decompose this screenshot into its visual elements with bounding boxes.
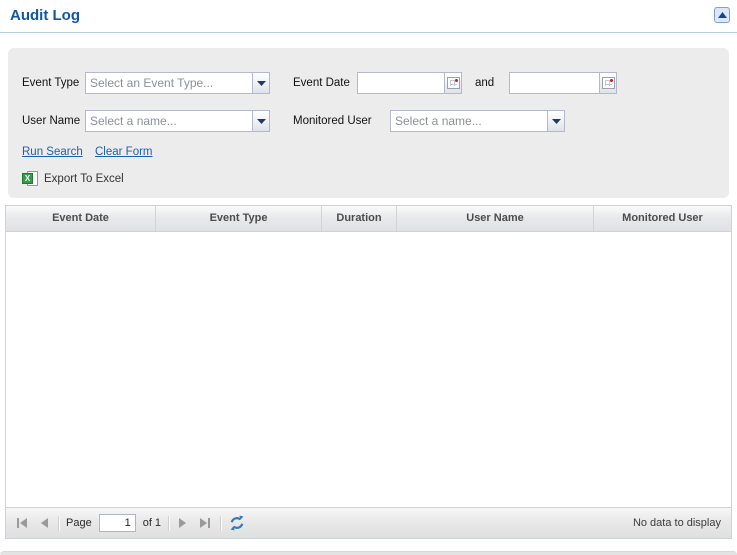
monitored-user-label: Monitored User — [293, 115, 372, 127]
next-page-icon — [179, 518, 187, 528]
chevron-up-icon — [717, 12, 727, 18]
event-date-label: Event Date — [293, 77, 350, 89]
event-date-from-calendar-trigger[interactable] — [444, 73, 461, 93]
header-divider — [0, 32, 737, 33]
column-header-event-date[interactable]: Event Date — [6, 206, 156, 231]
event-type-combobox[interactable] — [85, 72, 270, 94]
export-to-excel-label: Export To Excel — [44, 173, 124, 185]
collapse-panel-button[interactable] — [714, 7, 730, 23]
previous-page-icon — [41, 518, 48, 528]
event-date-from-field[interactable] — [357, 72, 462, 94]
run-search-link[interactable]: Run Search — [22, 146, 83, 158]
monitored-user-dropdown-trigger[interactable] — [547, 111, 564, 131]
user-name-label: User Name — [22, 115, 81, 127]
previous-page-button[interactable] — [37, 516, 51, 530]
user-name-combobox[interactable] — [85, 110, 270, 132]
clear-form-link[interactable]: Clear Form — [95, 146, 153, 158]
event-type-label: Event Type — [22, 77, 80, 89]
outer-panel-bottom-edge — [0, 551, 737, 555]
grid-header: Event Date Event Type Duration User Name… — [6, 206, 731, 232]
refresh-button[interactable] — [228, 514, 246, 532]
page-number-input[interactable] — [98, 514, 136, 532]
export-to-excel-button[interactable]: X Export To Excel — [22, 171, 124, 187]
paging-toolbar: Page of 1 — [6, 507, 731, 538]
monitored-user-input[interactable] — [391, 111, 547, 131]
page-title: Audit Log — [10, 7, 80, 24]
page-label: Page — [66, 517, 92, 529]
calendar-icon — [446, 77, 460, 89]
event-date-to-input[interactable] — [510, 73, 599, 93]
chevron-down-icon — [551, 118, 561, 124]
search-form: Event Type Event Date and User Name — [8, 48, 729, 198]
column-header-duration[interactable]: Duration — [322, 206, 397, 231]
event-date-to-field[interactable] — [509, 72, 617, 94]
last-page-icon — [200, 518, 211, 528]
audit-log-grid: Event Date Event Type Duration User Name… — [5, 205, 732, 539]
event-type-dropdown-trigger[interactable] — [252, 73, 269, 93]
monitored-user-combobox[interactable] — [390, 110, 565, 132]
next-page-button[interactable] — [176, 516, 190, 530]
column-header-event-type[interactable]: Event Type — [156, 206, 322, 231]
grid-body-empty — [6, 232, 731, 507]
excel-icon: X — [22, 171, 38, 187]
empty-grid-status: No data to display — [632, 517, 721, 529]
first-page-button[interactable] — [14, 516, 30, 530]
toolbar-separator — [58, 515, 59, 531]
event-date-to-calendar-trigger[interactable] — [599, 73, 616, 93]
chevron-down-icon — [256, 80, 266, 86]
date-range-conjunction: and — [475, 77, 495, 89]
calendar-icon — [601, 77, 615, 89]
chevron-down-icon — [256, 118, 266, 124]
last-page-button[interactable] — [197, 516, 213, 530]
toolbar-separator — [168, 515, 170, 531]
first-page-icon — [17, 518, 27, 528]
event-date-from-input[interactable] — [358, 73, 444, 93]
audit-log-panel: Audit Log Event Type Event Date and — [0, 0, 737, 555]
toolbar-separator — [220, 515, 222, 531]
user-name-input[interactable] — [86, 111, 252, 131]
event-type-input[interactable] — [86, 73, 252, 93]
page-count-label: of 1 — [142, 517, 162, 529]
column-header-user-name[interactable]: User Name — [397, 206, 594, 231]
user-name-dropdown-trigger[interactable] — [252, 111, 269, 131]
column-header-monitored-user[interactable]: Monitored User — [594, 206, 731, 231]
refresh-icon — [230, 515, 244, 531]
